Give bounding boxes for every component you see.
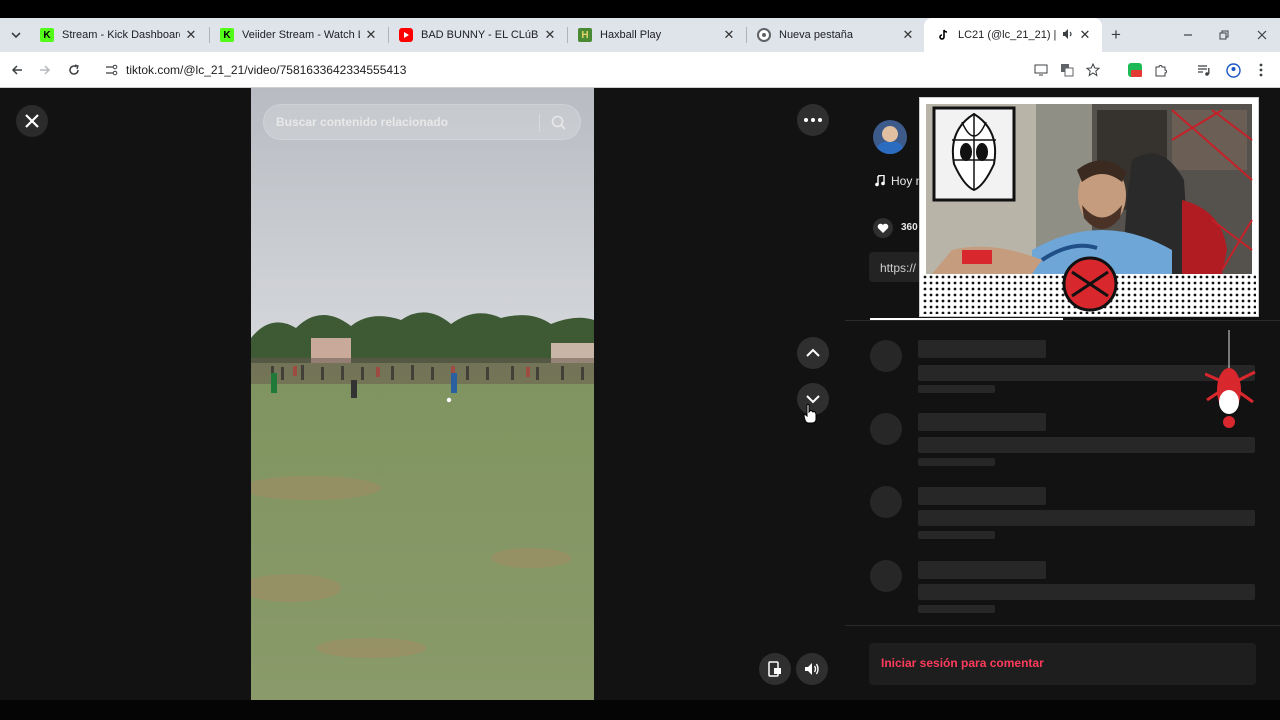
tab-title: BAD BUNNY - EL CLúB (Vide (421, 29, 539, 41)
address-bar: tiktok.com/@lc_21_21/video/7581633642334… (0, 52, 1280, 88)
extension-button[interactable] (1126, 61, 1144, 79)
translate-button[interactable] (1058, 61, 1076, 79)
restore-button[interactable] (1212, 26, 1236, 44)
tab-title: Haxball Play (600, 29, 662, 41)
install-app-button[interactable] (1032, 61, 1050, 79)
floating-player-button[interactable] (759, 653, 791, 685)
close-icon[interactable]: ✕ (722, 27, 736, 43)
puzzle-icon (1155, 65, 1167, 77)
star-icon (1086, 63, 1100, 77)
video-still (251, 88, 594, 700)
chevron-down-icon (806, 395, 820, 404)
like-count: 360 (901, 222, 918, 233)
volume-icon (805, 663, 819, 675)
tab-title: LC21 (@lc_21_21) | TikTok (958, 29, 1058, 41)
chevron-up-icon (806, 348, 820, 357)
youtube-icon (399, 28, 413, 42)
music-title[interactable]: Hoy n (891, 174, 922, 188)
new-tab-button[interactable]: + (1106, 25, 1126, 44)
related-search-input[interactable]: Buscar contenido relacionado (263, 104, 581, 140)
media-controls-button[interactable] (1195, 61, 1213, 79)
url-text: tiktok.com/@lc_21_21/video/7581633642334… (126, 63, 407, 77)
arrow-right-icon (40, 65, 51, 75)
menu-button[interactable] (1252, 61, 1270, 79)
floating-player-icon (768, 661, 781, 677)
profile-icon (1225, 62, 1241, 78)
close-icon[interactable]: ✕ (184, 27, 198, 43)
search-placeholder: Buscar contenido relacionado (276, 115, 449, 129)
install-icon (1034, 64, 1048, 76)
extension-badge-icon (1128, 63, 1142, 77)
speaker-icon[interactable] (1062, 28, 1074, 43)
extensions-button[interactable] (1152, 61, 1170, 79)
close-window-button[interactable] (1250, 26, 1274, 44)
avatar[interactable] (873, 120, 907, 154)
tab-search-button[interactable] (6, 26, 26, 44)
tab-bad-bunny[interactable]: BAD BUNNY - EL CLúB (Vide ✕ (387, 18, 567, 52)
arrow-left-icon (11, 65, 22, 75)
close-icon[interactable]: ✕ (364, 27, 378, 43)
video-frame[interactable]: Buscar contenido relacionado (251, 88, 594, 700)
tab-divider (845, 320, 1280, 321)
omnibox[interactable]: tiktok.com/@lc_21_21/video/7581633642334… (96, 56, 1026, 84)
queue-music-icon (1198, 65, 1210, 76)
more-horizontal-icon (804, 118, 822, 122)
search-divider (539, 114, 540, 132)
back-button[interactable] (6, 60, 28, 80)
close-icon (25, 114, 39, 128)
close-icon[interactable]: ✕ (1078, 27, 1092, 43)
tab-kick-dashboard[interactable]: K Stream - Kick Dashboard ✕ (28, 18, 208, 52)
tab-title: Nueva pestaña (779, 29, 853, 41)
link-text: https:// (880, 261, 917, 275)
webcam-image (922, 100, 1256, 314)
previous-video-button[interactable] (797, 337, 829, 369)
chevron-down-icon (11, 32, 21, 39)
video-viewer: Buscar contenido relacionado (0, 88, 845, 720)
tab-haxball[interactable]: H Haxball Play ✕ (566, 18, 746, 52)
login-label: Iniciar sesión para comentar (881, 656, 1044, 670)
bottom-black-bar (0, 700, 1280, 720)
tab-tiktok[interactable]: LC21 (@lc_21_21) | TikTok ✕ (924, 18, 1102, 52)
close-icon[interactable]: ✕ (901, 27, 915, 43)
webcam-overlay (920, 98, 1258, 316)
close-icon (1257, 30, 1267, 40)
tab-new-tab[interactable]: Nueva pestaña ✕ (745, 18, 925, 52)
hand-cursor-icon (803, 404, 817, 424)
minimize-button[interactable] (1176, 26, 1200, 44)
reload-button[interactable] (63, 60, 85, 80)
spider-decoration-icon (1205, 330, 1256, 428)
comment-divider (845, 625, 1280, 626)
login-to-comment-button[interactable]: Iniciar sesión para comentar (869, 643, 1256, 685)
top-black-bar (0, 0, 1280, 18)
reload-icon (69, 64, 79, 75)
close-icon[interactable]: ✕ (543, 27, 557, 43)
tab-strip: K Stream - Kick Dashboard ✕ K Veiider St… (0, 18, 1280, 52)
minimize-icon (1184, 34, 1192, 36)
close-viewer-button[interactable] (16, 105, 48, 137)
heart-icon (877, 223, 889, 233)
haxball-icon: H (578, 28, 592, 42)
tab-title: Veiider Stream - Watch Live o (242, 29, 360, 41)
plus-icon: + (1111, 25, 1121, 44)
translate-icon (1061, 64, 1074, 77)
tab-title: Stream - Kick Dashboard (62, 29, 180, 41)
restore-icon (1219, 30, 1229, 40)
kebab-menu-icon (1259, 63, 1263, 77)
screen: K Stream - Kick Dashboard ✕ K Veiider St… (0, 0, 1280, 720)
tab-veiider-stream[interactable]: K Veiider Stream - Watch Live o ✕ (208, 18, 388, 52)
kick-icon: K (40, 28, 54, 42)
site-info-icon[interactable] (104, 63, 118, 82)
kick-icon: K (220, 28, 234, 42)
chrome-icon (757, 28, 771, 42)
forward-button[interactable] (34, 60, 56, 80)
like-button[interactable] (873, 218, 893, 238)
search-icon[interactable] (551, 115, 566, 135)
tiktok-icon (936, 28, 950, 42)
bookmark-button[interactable] (1084, 61, 1102, 79)
profile-button[interactable] (1224, 61, 1242, 79)
music-note-icon (875, 174, 885, 192)
volume-button[interactable] (796, 653, 828, 685)
more-options-button[interactable] (797, 104, 829, 136)
